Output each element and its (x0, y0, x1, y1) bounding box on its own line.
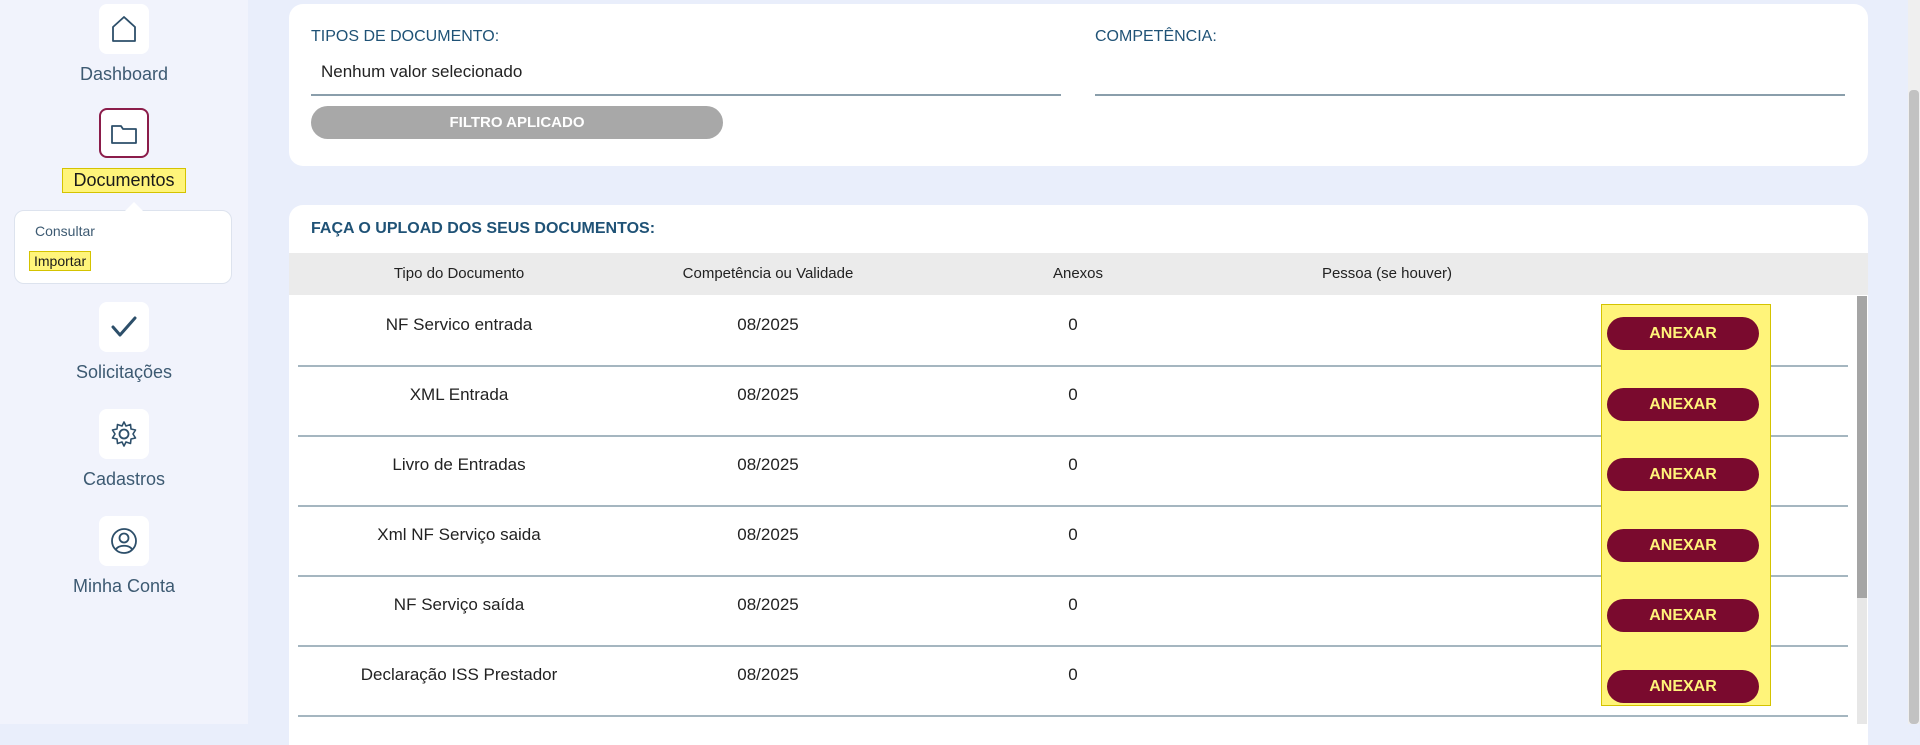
cell-competencia: 08/2025 (737, 315, 799, 334)
column-header-tipo: Tipo do Documento (393, 265, 525, 282)
submenu-item-importar[interactable]: Importar (29, 251, 92, 271)
cell-tipo: Livro de Entradas (392, 455, 526, 474)
anexar-button[interactable]: ANEXAR (1607, 599, 1759, 632)
upload-title: FAÇA O UPLOAD DOS SEUS DOCUMENTOS: (311, 220, 656, 237)
action-column-highlight (1601, 304, 1771, 706)
sidebar-item-label: Solicitações (75, 362, 173, 382)
sidebar-item-cadastros[interactable]: Cadastros (0, 409, 248, 490)
filter-card: TIPOS DE DOCUMENTO: Nenhum valor selecio… (289, 4, 1868, 166)
anexar-button[interactable]: ANEXAR (1607, 388, 1759, 421)
cell-tipo: XML Entrada (409, 385, 509, 404)
sidebar-item-label: Documentos (62, 168, 186, 193)
sidebar-item-label: Minha Conta (72, 576, 176, 596)
column-header-anexos: Anexos (1052, 265, 1104, 282)
cell-anexos: 0 (1068, 665, 1078, 684)
sidebar-item-solicitacoes[interactable]: Solicitações (0, 302, 248, 383)
tipos-documento-label: TIPOS DE DOCUMENTO: (311, 28, 500, 45)
tipos-documento-select[interactable]: Nenhum valor selecionado (311, 56, 1061, 96)
sidebar-item-dashboard[interactable]: Dashboard (0, 4, 248, 85)
sidebar-item-minha-conta[interactable]: Minha Conta (0, 516, 248, 597)
submenu-item-consultar[interactable]: Consultar (35, 223, 95, 239)
documentos-submenu: Consultar Importar (14, 202, 232, 284)
cell-anexos: 0 (1068, 595, 1078, 614)
cell-tipo: NF Servico entrada (385, 315, 533, 334)
cell-anexos: 0 (1068, 385, 1078, 404)
anexar-button[interactable]: ANEXAR (1607, 458, 1759, 491)
sidebar: Dashboard Documentos Consultar Importar … (0, 0, 248, 724)
check-icon (99, 302, 149, 352)
page-scrollbar-thumb[interactable] (1909, 90, 1919, 724)
anexar-button[interactable]: ANEXAR (1607, 529, 1759, 562)
gear-icon (99, 409, 149, 459)
filtro-aplicado-button[interactable]: FILTRO APLICADO (311, 106, 723, 139)
competencia-input[interactable] (1095, 56, 1845, 96)
sidebar-item-documentos[interactable]: Documentos (0, 108, 248, 193)
tipos-documento-value: Nenhum valor selecionado (321, 62, 523, 81)
competencia-label: COMPETÊNCIA: (1095, 28, 1217, 45)
column-header-pessoa: Pessoa (se houver) (1321, 265, 1453, 282)
user-icon (99, 516, 149, 566)
cell-anexos: 0 (1068, 525, 1078, 544)
folder-icon (99, 108, 149, 158)
sidebar-item-label: Cadastros (82, 469, 166, 489)
cell-competencia: 08/2025 (737, 385, 799, 404)
anexar-button[interactable]: ANEXAR (1607, 317, 1759, 350)
cell-anexos: 0 (1068, 315, 1078, 334)
cell-anexos: 0 (1068, 455, 1078, 474)
column-header-competencia: Competência ou Validade (682, 265, 854, 282)
cell-competencia: 08/2025 (737, 455, 799, 474)
cell-competencia: 08/2025 (737, 595, 799, 614)
cell-tipo: NF Serviço saída (393, 595, 525, 614)
cell-competencia: 08/2025 (737, 665, 799, 684)
table-scrollbar-thumb[interactable] (1857, 296, 1867, 598)
home-icon (99, 4, 149, 54)
sidebar-item-label: Dashboard (79, 64, 169, 84)
cell-tipo: Xml NF Serviço saida (377, 525, 541, 544)
anexar-button[interactable]: ANEXAR (1607, 670, 1759, 703)
cell-competencia: 08/2025 (737, 525, 799, 544)
cell-tipo: Declaração ISS Prestador (360, 665, 558, 684)
table-header: Tipo do Documento Competência ou Validad… (289, 253, 1868, 295)
